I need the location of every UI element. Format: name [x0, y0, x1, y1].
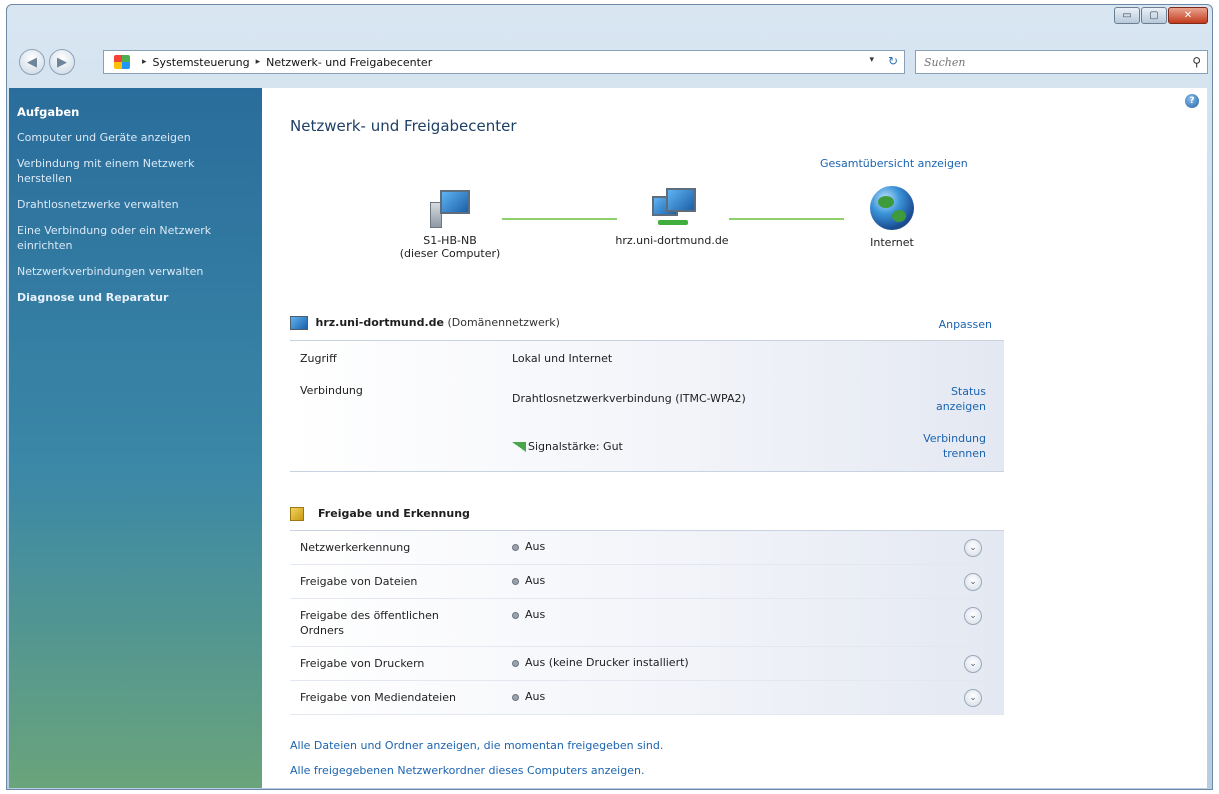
connection-label: Verbindung [300, 384, 363, 397]
sharing-row-label: Freigabe von Druckern [300, 657, 425, 670]
network-type: (Domänennetzwerk) [447, 316, 560, 329]
sharing-row-label: Freigabe von Mediendateien [300, 691, 456, 704]
show-shared-folders-link[interactable]: Alle freigegebenen Netzwerkordner dieses… [290, 764, 644, 777]
sharing-row-label: Freigabe von Dateien [300, 575, 418, 588]
status-dot-icon [512, 659, 519, 667]
expand-chevron-icon[interactable]: ⌄ [964, 573, 982, 591]
signal-bars-icon [512, 442, 526, 452]
status-link-line2: anzeigen [935, 400, 986, 413]
status-dot-icon [512, 543, 519, 551]
network-details: Zugriff Lokal und Internet Verbindung Dr… [290, 340, 1004, 472]
status-dot-icon [512, 693, 519, 701]
sharing-row: Netzwerkerkennung Aus ⌄ [290, 531, 1004, 565]
breadcrumb-network-center[interactable]: Netzwerk- und Freigabecenter [266, 56, 432, 69]
map-link-line [729, 218, 844, 220]
sharing-row-value: Aus [512, 574, 545, 587]
network-icon [290, 316, 308, 330]
main-content: ? Netzwerk- und Freigabecenter Gesamtübe… [262, 88, 1207, 788]
signal-text: Signalstärke: Gut [528, 440, 623, 453]
status-dot-icon [512, 577, 519, 585]
sharing-row-value: Aus [512, 608, 545, 621]
expand-chevron-icon[interactable]: ⌄ [964, 539, 982, 557]
disconnect-link-line1: Verbindung [923, 432, 986, 445]
close-button[interactable]: ✕ [1168, 7, 1208, 24]
forward-button[interactable]: ▶ [49, 49, 75, 75]
window-controls: ▭ ▢ ✕ [1114, 7, 1208, 24]
sharing-row-value: Aus [512, 690, 545, 703]
expand-chevron-icon[interactable]: ⌄ [964, 607, 982, 625]
show-shared-files-link[interactable]: Alle Dateien und Ordner anzeigen, die mo… [290, 739, 663, 752]
search-box[interactable]: ⚲ [915, 50, 1208, 74]
globe-icon [870, 186, 914, 230]
sharing-heading: Freigabe und Erkennung [318, 507, 470, 520]
sharing-header: Freigabe und Erkennung [290, 507, 470, 521]
page-title: Netzwerk- und Freigabecenter [290, 117, 517, 135]
breadcrumb-control-panel[interactable]: Systemsteuerung [153, 56, 250, 69]
address-dropdown-icon[interactable]: ▾ [869, 55, 874, 65]
map-computer-node[interactable]: S1-HB-NB (dieser Computer) [380, 188, 520, 260]
sidebar-item-show-computers[interactable]: Computer und Geräte anzeigen [17, 130, 229, 145]
sharing-row: Freigabe von Druckern Aus (keine Drucker… [290, 647, 1004, 681]
computer-name: S1-HB-NB [423, 234, 477, 247]
control-panel-icon [114, 55, 130, 69]
disconnect-link-line2: trennen [942, 447, 986, 460]
sidebar-item-diagnose-repair[interactable]: Diagnose und Reparatur [17, 290, 229, 305]
minimize-button[interactable]: ▭ [1114, 7, 1140, 24]
sidebar-item-manage-connections[interactable]: Netzwerkverbindungen verwalten [17, 264, 229, 279]
search-input[interactable] [924, 55, 1164, 69]
map-network-node[interactable]: hrz.uni-dortmund.de [592, 188, 752, 247]
sharing-row: Freigabe von Mediendateien Aus ⌄ [290, 681, 1004, 715]
search-icon[interactable]: ⚲ [1192, 55, 1201, 69]
status-dot-icon [512, 611, 519, 619]
sidebar-item-manage-wireless[interactable]: Drahtlosnetzwerke verwalten [17, 197, 229, 212]
back-button[interactable]: ◀ [19, 49, 45, 75]
status-link[interactable]: Status anzeigen [936, 384, 986, 414]
connection-value: Drahtlosnetzwerkverbindung (ITMC-WPA2) [512, 392, 746, 405]
network-icon [650, 188, 696, 228]
address-bar[interactable]: ▸ Systemsteuerung ▸ Netzwerk- und Freiga… [103, 50, 905, 74]
status-link-line1: Status [950, 385, 986, 398]
access-value: Lokal und Internet [512, 352, 613, 365]
sidebar-item-setup-connection[interactable]: Eine Verbindung oder ein Netzwerk einric… [17, 223, 229, 253]
sidebar-heading: Aufgaben [17, 105, 80, 119]
sharing-row-label: Netzwerkerkennung [300, 541, 411, 554]
network-header: hrz.uni-dortmund.de (Domänennetzwerk) An… [290, 316, 1005, 338]
sharing-row-value: Aus [512, 540, 545, 553]
breadcrumb-separator-icon[interactable]: ▸ [256, 57, 261, 67]
refresh-icon[interactable]: ↻ [888, 54, 898, 68]
access-label: Zugriff [300, 352, 337, 365]
sharing-icon [290, 507, 304, 521]
map-internet-node[interactable]: Internet [852, 186, 932, 249]
signal-strength: Signalstärke: Gut [512, 440, 623, 453]
computer-icon [428, 188, 472, 228]
sidebar-item-connect-network[interactable]: Verbindung mit einem Netzwerk herstellen [17, 156, 229, 186]
network-name: hrz.uni-dortmund.de [615, 234, 729, 247]
sharing-row-label: Freigabe des öffentlichen Ordners [300, 609, 439, 637]
customize-link[interactable]: Anpassen [939, 318, 992, 331]
maximize-button[interactable]: ▢ [1141, 7, 1167, 24]
disconnect-link[interactable]: Verbindung trennen [923, 431, 986, 461]
computer-subtitle: (dieser Computer) [399, 247, 501, 260]
internet-label: Internet [870, 236, 914, 249]
sharing-row: Freigabe des öffentlichen Ordners Aus ⌄ [290, 599, 1004, 647]
back-arrow-icon: ◀ [27, 54, 37, 70]
help-icon[interactable]: ? [1185, 94, 1199, 108]
breadcrumb-separator-icon[interactable]: ▸ [142, 57, 147, 67]
full-map-link[interactable]: Gesamtübersicht anzeigen [820, 157, 968, 170]
expand-chevron-icon[interactable]: ⌄ [964, 689, 982, 707]
sharing-row: Freigabe von Dateien Aus ⌄ [290, 565, 1004, 599]
sharing-table: Netzwerkerkennung Aus ⌄ Freigabe von Dat… [290, 530, 1004, 715]
sharing-row-value: Aus (keine Drucker installiert) [512, 656, 689, 669]
navigation-bar: ◀ ▶ ▸ Systemsteuerung ▸ Netzwerk- und Fr… [11, 49, 1208, 75]
task-sidebar: Aufgaben Computer und Geräte anzeigen Ve… [9, 88, 262, 788]
network-name-header: hrz.uni-dortmund.de [315, 316, 444, 329]
forward-arrow-icon: ▶ [57, 54, 67, 70]
expand-chevron-icon[interactable]: ⌄ [964, 655, 982, 673]
